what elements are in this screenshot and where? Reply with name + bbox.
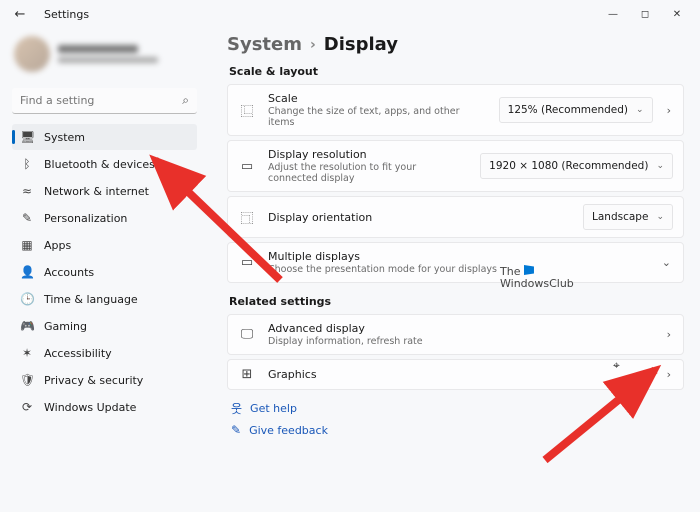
- multiple-displays-icon: ▭: [238, 255, 256, 270]
- help-icon: 웃: [231, 400, 242, 417]
- search-input[interactable]: [12, 88, 197, 114]
- minimize-button[interactable]: —: [598, 4, 628, 24]
- scale-title: Scale: [268, 92, 487, 105]
- sidebar-item-bluetooth-devices[interactable]: ᛒ Bluetooth & devices: [12, 151, 197, 177]
- sidebar-item-accessibility[interactable]: ✶ Accessibility: [12, 340, 197, 366]
- help-label: Get help: [250, 402, 297, 415]
- sidebar-item-label: Accounts: [44, 266, 94, 279]
- sidebar-item-label: Personalization: [44, 212, 127, 225]
- sidebar-item-label: Gaming: [44, 320, 87, 333]
- multiple-sub: Choose the presentation mode for your di…: [268, 264, 648, 275]
- multiple-title: Multiple displays: [268, 250, 648, 263]
- maximize-button[interactable]: ◻: [630, 4, 660, 24]
- breadcrumb-page: Display: [324, 34, 398, 55]
- nav-icon: ▦: [20, 238, 34, 252]
- sidebar-item-time-language[interactable]: 🕒 Time & language: [12, 286, 197, 312]
- chevron-down-icon[interactable]: ⌄: [660, 256, 673, 269]
- avatar: [14, 36, 50, 72]
- chevron-right-icon: ›: [310, 37, 316, 53]
- main-pane: System › Display Scale & layout ⿺ Scale …: [205, 28, 700, 512]
- orientation-dropdown[interactable]: Landscape ⌄: [583, 204, 673, 230]
- link-get-help[interactable]: 웃 Get help: [231, 400, 684, 417]
- chevron-down-icon: ⌄: [636, 105, 644, 115]
- resolution-title: Display resolution: [268, 148, 468, 161]
- link-give-feedback[interactable]: ✎ Give feedback: [231, 423, 684, 437]
- sidebar-item-label: Windows Update: [44, 401, 136, 414]
- row-resolution[interactable]: ▭ Display resolution Adjust the resoluti…: [227, 140, 684, 192]
- row-multiple-displays[interactable]: ▭ Multiple displays Choose the presentat…: [227, 242, 684, 283]
- close-button[interactable]: ✕: [662, 4, 692, 24]
- nav-icon: 👤: [20, 265, 34, 279]
- resolution-icon: ▭: [238, 159, 256, 174]
- nav-icon: ✶: [20, 346, 34, 360]
- section-scale-layout: Scale & layout: [229, 65, 684, 78]
- sidebar-item-gaming[interactable]: 🎮 Gaming: [12, 313, 197, 339]
- nav-icon: ✎: [20, 211, 34, 225]
- scale-sub: Change the size of text, apps, and other…: [268, 106, 487, 128]
- sidebar-item-system[interactable]: 🖥 System: [12, 124, 197, 150]
- graphics-title: Graphics: [268, 368, 653, 381]
- orientation-value: Landscape: [592, 211, 648, 223]
- sidebar-item-label: Time & language: [44, 293, 138, 306]
- nav-icon: 🖥: [20, 130, 34, 144]
- nav-icon: 🎮: [20, 319, 34, 333]
- sidebar-item-label: Apps: [44, 239, 71, 252]
- sidebar-item-label: Network & internet: [44, 185, 149, 198]
- orientation-title: Display orientation: [268, 211, 571, 224]
- feedback-icon: ✎: [231, 423, 241, 437]
- nav-icon: ᛒ: [20, 157, 34, 171]
- breadcrumb-root[interactable]: System: [227, 34, 302, 55]
- search-box[interactable]: ⌕: [12, 88, 197, 114]
- sidebar-item-apps[interactable]: ▦ Apps: [12, 232, 197, 258]
- chevron-right-icon[interactable]: ›: [665, 368, 673, 381]
- chevron-right-icon[interactable]: ›: [665, 104, 673, 117]
- sidebar-item-personalization[interactable]: ✎ Personalization: [12, 205, 197, 231]
- section-related: Related settings: [229, 295, 684, 308]
- nav-icon: 🕒: [20, 292, 34, 306]
- user-email: [58, 57, 158, 63]
- sidebar-item-network-internet[interactable]: ≈ Network & internet: [12, 178, 197, 204]
- advanced-sub: Display information, refresh rate: [268, 336, 653, 347]
- sidebar: ⌕ 🖥 System ᛒ Bluetooth & devices ≈ Network & …: [0, 28, 205, 512]
- flag-icon: [524, 265, 534, 275]
- sidebar-item-windows-update[interactable]: ⟳ Windows Update: [12, 394, 197, 420]
- user-name: [58, 45, 138, 53]
- monitor-icon: 🖵: [238, 327, 256, 342]
- feedback-label: Give feedback: [249, 424, 328, 437]
- sidebar-item-label: Bluetooth & devices: [44, 158, 155, 171]
- nav-icon: ≈: [20, 184, 34, 198]
- resolution-dropdown[interactable]: 1920 × 1080 (Recommended) ⌄: [480, 153, 673, 179]
- search-icon: ⌕: [182, 93, 189, 108]
- back-button[interactable]: ←: [8, 2, 32, 26]
- chevron-right-icon[interactable]: ›: [665, 328, 673, 341]
- row-orientation[interactable]: ⿹ Display orientation Landscape ⌄: [227, 196, 684, 238]
- user-block[interactable]: [12, 32, 197, 84]
- sidebar-item-label: System: [44, 131, 85, 144]
- row-advanced-display[interactable]: 🖵 Advanced display Display information, …: [227, 314, 684, 355]
- resolution-value: 1920 × 1080 (Recommended): [489, 160, 648, 172]
- advanced-title: Advanced display: [268, 322, 653, 335]
- watermark: The WindowsClub: [500, 265, 574, 290]
- orientation-icon: ⿹: [238, 208, 256, 227]
- sidebar-item-privacy-security[interactable]: 🛡 Privacy & security: [12, 367, 197, 393]
- chevron-down-icon: ⌄: [656, 161, 664, 171]
- nav-icon: 🛡: [20, 373, 34, 387]
- graphics-icon: ⊞: [238, 367, 256, 382]
- scale-icon: ⿺: [238, 101, 256, 120]
- resolution-sub: Adjust the resolution to fit your connec…: [268, 162, 468, 184]
- sidebar-item-accounts[interactable]: 👤 Accounts: [12, 259, 197, 285]
- sidebar-item-label: Accessibility: [44, 347, 112, 360]
- breadcrumb: System › Display: [227, 34, 684, 55]
- scale-value: 125% (Recommended): [508, 104, 628, 116]
- chevron-down-icon: ⌄: [656, 212, 664, 222]
- sidebar-item-label: Privacy & security: [44, 374, 143, 387]
- nav-icon: ⟳: [20, 400, 34, 414]
- scale-dropdown[interactable]: 125% (Recommended) ⌄: [499, 97, 653, 123]
- row-scale[interactable]: ⿺ Scale Change the size of text, apps, a…: [227, 84, 684, 136]
- cursor-icon: ⌖: [613, 358, 620, 373]
- window-title: Settings: [44, 8, 89, 21]
